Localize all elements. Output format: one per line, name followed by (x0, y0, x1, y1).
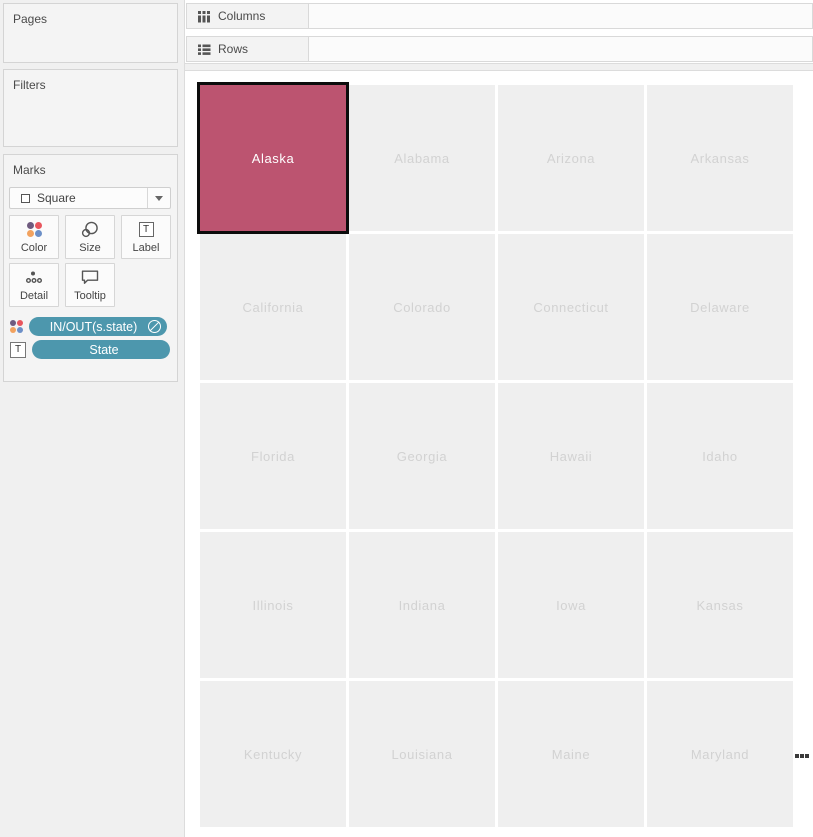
state-tile-label: Colorado (393, 299, 451, 315)
column-header-strip (185, 63, 813, 71)
state-tile-label: Hawaii (549, 448, 593, 464)
rows-icon (198, 44, 211, 55)
sidebar: Pages Filters Marks Square Color Size T … (0, 0, 185, 837)
detail-button[interactable]: Detail (9, 263, 59, 307)
pages-shelf[interactable]: Pages (3, 3, 178, 63)
tooltip-button-label: Tooltip (74, 290, 106, 302)
filters-shelf[interactable]: Filters (3, 69, 178, 147)
state-tile-label: Iowa (556, 597, 586, 613)
state-tile-arizona[interactable]: Arizona (498, 85, 644, 231)
detail-button-label: Detail (19, 290, 49, 302)
state-tile-colorado[interactable]: Colorado (349, 234, 495, 380)
rows-shelf[interactable]: Rows (186, 36, 813, 62)
columns-drop-area[interactable] (309, 4, 812, 28)
state-tile-hawaii[interactable]: Hawaii (498, 383, 644, 529)
detail-dots-icon (10, 264, 58, 290)
color-legend-icon[interactable] (148, 320, 161, 333)
pill-state[interactable]: State (32, 340, 170, 359)
state-tile-california[interactable]: California (200, 234, 346, 380)
color-dots-icon (10, 216, 58, 242)
text-label-icon: T (10, 341, 26, 358)
state-tile-label: Kentucky (243, 746, 303, 762)
mark-type-value: Square (37, 191, 76, 205)
pill-row-label: T State (10, 340, 170, 359)
state-tile-label: Maine (551, 746, 591, 762)
state-tile-alaska[interactable]: Alaska (200, 85, 346, 231)
state-tile-label: Illinois (252, 597, 294, 613)
state-tile-label: California (242, 299, 304, 315)
mark-type-dropdown[interactable]: Square (9, 187, 171, 209)
tooltip-bubble-icon (66, 264, 114, 290)
state-tile-label: Florida (251, 448, 295, 464)
tableau-workspace: Pages Filters Marks Square Color Size T … (0, 0, 813, 837)
marks-card-title: Marks (13, 163, 46, 177)
tooltip-button[interactable]: Tooltip (65, 263, 115, 307)
state-tile-delaware[interactable]: Delaware (647, 234, 793, 380)
state-tile-louisiana[interactable]: Louisiana (349, 681, 495, 827)
size-button[interactable]: Size (65, 215, 115, 259)
state-tile-label: Louisiana (391, 746, 453, 762)
state-tile-label: Alabama (394, 150, 450, 166)
state-tile-illinois[interactable]: Illinois (200, 532, 346, 678)
marks-card: Marks Square Color Size T Label Detail T… (3, 154, 178, 382)
label-button[interactable]: T Label (121, 215, 171, 259)
color-dots-icon (10, 320, 23, 333)
state-tile-florida[interactable]: Florida (200, 383, 346, 529)
pages-shelf-title: Pages (13, 12, 48, 26)
state-tile-label: Connecticut (533, 299, 609, 315)
text-label-icon: T (122, 216, 170, 242)
state-tile-maryland[interactable]: Maryland (647, 681, 793, 827)
state-tile-label: Arkansas (690, 150, 750, 166)
filters-shelf-title: Filters (13, 78, 46, 92)
state-tile-label: Georgia (396, 448, 448, 464)
rows-drop-area[interactable] (309, 37, 812, 61)
state-tile-kansas[interactable]: Kansas (647, 532, 793, 678)
state-tile-label: Maryland (690, 746, 750, 762)
state-tile-label: Kansas (696, 597, 744, 613)
state-tile-grid: Alaska Alabama Arizona Arkansas California Co… (200, 85, 793, 827)
state-tile-label: Alaska (251, 150, 295, 166)
columns-icon (198, 10, 210, 22)
state-tile-indiana[interactable]: Indiana (349, 532, 495, 678)
rows-shelf-label-area: Rows (187, 37, 309, 61)
state-tile-label: Delaware (690, 299, 750, 315)
state-tile-connecticut[interactable]: Connecticut (498, 234, 644, 380)
color-button[interactable]: Color (9, 215, 59, 259)
size-circles-icon (66, 216, 114, 242)
color-button-label: Color (20, 242, 48, 254)
columns-shelf-label: Columns (218, 9, 266, 23)
label-button-label: Label (132, 242, 160, 254)
state-tile-label: Indiana (398, 597, 446, 613)
state-tile-kentucky[interactable]: Kentucky (200, 681, 346, 827)
state-tile-arkansas[interactable]: Arkansas (647, 85, 793, 231)
state-tile-idaho[interactable]: Idaho (647, 383, 793, 529)
state-tile-georgia[interactable]: Georgia (349, 383, 495, 529)
state-tile-iowa[interactable]: Iowa (498, 532, 644, 678)
square-mark-icon (21, 193, 30, 203)
pill-label: IN/OUT(s.state) (49, 319, 138, 334)
chevron-down-icon (155, 195, 163, 201)
state-tile-label: Arizona (546, 150, 596, 166)
pill-label: State (89, 342, 119, 357)
grid-overflow-ellipsis-icon[interactable] (795, 754, 809, 758)
mark-type-caret-button[interactable] (147, 188, 170, 208)
state-tile-alabama[interactable]: Alabama (349, 85, 495, 231)
rows-shelf-label: Rows (218, 42, 249, 56)
columns-shelf-label-area: Columns (187, 4, 309, 28)
state-tile-label: Idaho (702, 448, 738, 464)
size-button-label: Size (79, 242, 101, 254)
pill-row-color: IN/OUT(s.state) (10, 317, 167, 336)
state-tile-maine[interactable]: Maine (498, 681, 644, 827)
columns-shelf[interactable]: Columns (186, 3, 813, 29)
pill-in-out-s-state[interactable]: IN/OUT(s.state) (29, 317, 167, 336)
